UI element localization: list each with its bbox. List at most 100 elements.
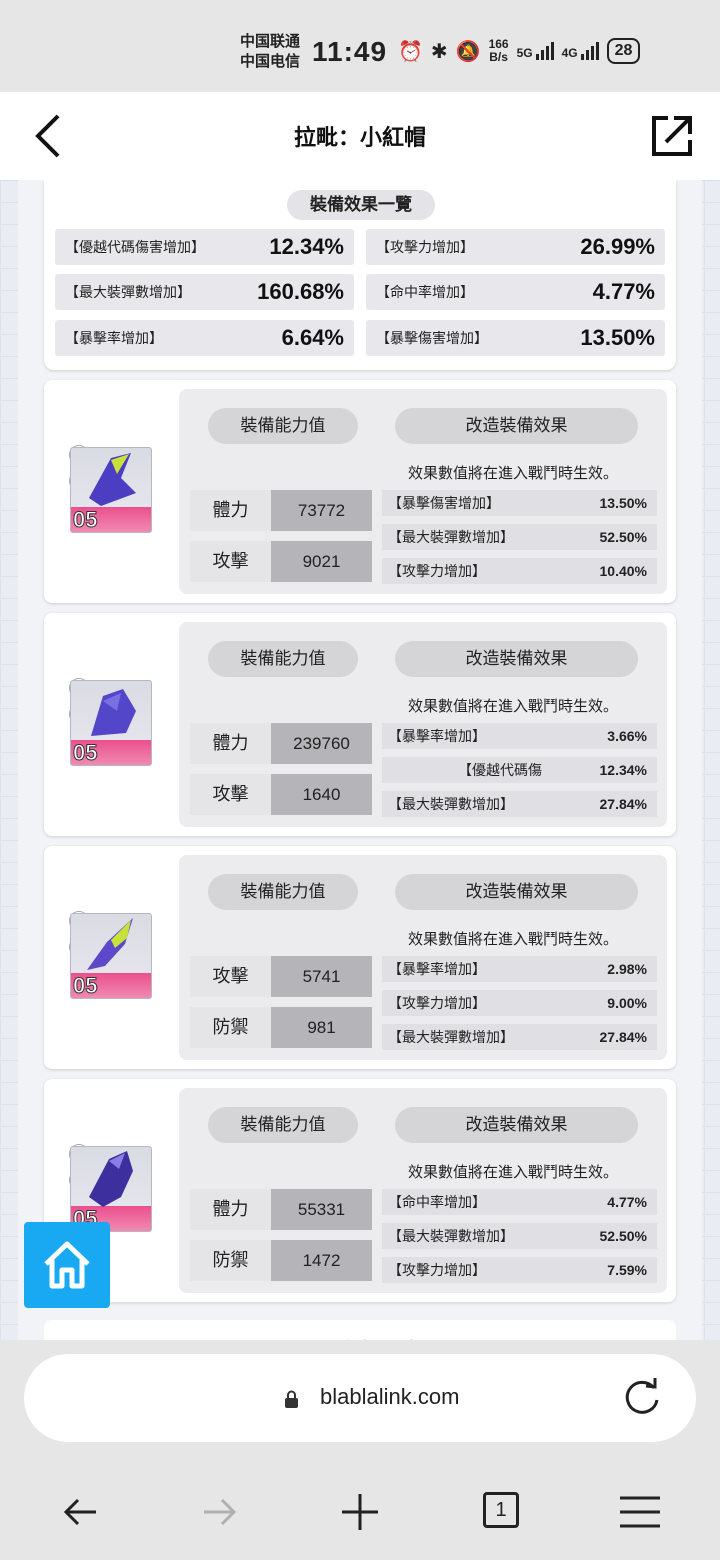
effect-value: 2.98%	[607, 961, 647, 977]
ability-value: 55331	[271, 1189, 372, 1230]
effect-label: 【優越代碼傷	[458, 762, 542, 778]
equipment-image[interactable]: 05	[70, 680, 152, 766]
net-speed: 166 B/s	[489, 38, 509, 64]
lock-icon	[285, 1390, 298, 1408]
signal-5g-label: 5G	[516, 46, 533, 60]
ability-row: 體力 73772	[190, 490, 372, 531]
external-link-icon	[652, 116, 692, 156]
effect-note: 效果數值將在進入戰鬥時生效。	[408, 465, 619, 482]
equipment-image[interactable]: 05	[70, 913, 152, 999]
ability-key: 攻擊	[190, 956, 271, 997]
ability-row: 防禦 981	[190, 1007, 372, 1048]
alarm-icon: ⏰	[398, 40, 423, 63]
card-details: 裝備能力值 改造裝備效果 效果數值將在進入戰鬥時生效。 攻擊 5741 防禦 981…	[179, 855, 667, 1060]
page-title: 拉毗：小紅帽	[293, 125, 426, 150]
reload-icon	[625, 1378, 659, 1414]
effect-label: 【暴擊率增加】	[388, 961, 486, 977]
equipment-image[interactable]: 05	[70, 1146, 152, 1232]
effect-title: 改造裝備效果	[395, 641, 638, 677]
carrier-info: 中国联通 中国电信	[240, 32, 300, 72]
arrow-right-icon	[204, 1498, 237, 1526]
summary-title: 裝備效果一覽	[287, 190, 435, 220]
effect-value: 7.59%	[607, 1262, 647, 1278]
home-button[interactable]	[24, 1222, 110, 1308]
new-tab-button[interactable]	[338, 1490, 382, 1534]
ability-key: 攻擊	[190, 541, 271, 582]
card-details: 裝備能力值 改造裝備效果 效果數值將在進入戰鬥時生效。 體力 73772 攻擊 90…	[179, 389, 667, 594]
ability-title: 裝備能力值	[208, 641, 358, 677]
nav-back-button[interactable]	[58, 1490, 102, 1534]
ability-value: 73772	[271, 490, 372, 531]
effect-row: 【暴擊率增加】 3.66%	[382, 723, 657, 749]
stat-label: 【暴擊率增加】	[65, 330, 163, 346]
ability-key: 防禦	[190, 1007, 271, 1048]
ability-title: 裝備能力值	[208, 874, 358, 910]
ability-row: 體力 239760	[190, 723, 372, 764]
signal-4g-label: 4G	[561, 46, 578, 60]
effect-label: 【暴擊率增加】	[388, 728, 486, 744]
equipment-level: 05	[72, 740, 98, 765]
effect-row: 【暴擊傷害增加】 13.50%	[382, 490, 657, 516]
effect-title: 改造裝備效果	[395, 874, 638, 910]
effect-value: 4.77%	[607, 1194, 647, 1210]
effect-label: 【最大裝彈數增加】	[388, 1029, 514, 1045]
equipment-art-icon	[87, 918, 133, 970]
ability-value: 981	[271, 1007, 372, 1048]
ability-key: 攻擊	[190, 774, 271, 815]
effect-row: 【攻擊力增加】 9.00%	[382, 990, 657, 1016]
effect-label: 【攻擊力增加】	[388, 563, 486, 579]
battery-icon: 28	[606, 38, 641, 64]
signal-5g-icon: 5G	[517, 42, 554, 60]
ability-row: 體力 55331	[190, 1189, 372, 1230]
nav-forward-button[interactable]	[198, 1490, 242, 1534]
equipment-card: 05 裝備能力值 改造裝備效果 效果數值將在進入戰鬥時生效。 體力 239760 …	[44, 613, 676, 836]
ability-value: 9021	[271, 541, 372, 582]
effect-label: 【最大裝彈數增加】	[388, 529, 514, 545]
effect-title: 改造裝備效果	[395, 408, 638, 444]
equipment-card: 05 裝備能力值 改造裝備效果 效果數值將在進入戰鬥時生效。 體力 55331 防…	[44, 1079, 676, 1302]
equipment-image[interactable]: 05	[70, 447, 152, 533]
ability-value: 239760	[271, 723, 372, 764]
effect-label: 【攻擊力增加】	[388, 1262, 486, 1278]
scroll-content[interactable]: 裝備效果一覽 【優越代碼傷害增加】 12.34% 【攻擊力增加】 26.99% …	[0, 180, 720, 1340]
effect-note: 效果數值將在進入戰鬥時生效。	[408, 931, 619, 948]
summary-stat: 【攻擊力增加】 26.99%	[366, 229, 665, 265]
tabs-button[interactable]: 1	[480, 1490, 524, 1534]
ability-title: 裝備能力值	[208, 1107, 358, 1143]
app-header: 拉毗：小紅帽	[0, 92, 720, 180]
effect-value: 12.34%	[599, 762, 647, 778]
summary-stat: 【暴擊傷害增加】 13.50%	[366, 320, 665, 356]
stat-value: 160.68%	[257, 279, 344, 304]
stat-value: 12.34%	[269, 234, 344, 259]
status-icons: ⏰ ✱ 🔕 166 B/s 5G 4G 28	[398, 38, 641, 64]
collapse-panel-button[interactable]: 收起面板	[44, 1320, 676, 1340]
summary-stat: 【命中率增加】 4.77%	[366, 274, 665, 310]
effect-row: 【最大裝彈數增加】 27.84%	[382, 1024, 657, 1050]
home-icon	[44, 1241, 90, 1289]
effect-row: 【攻擊力增加】 10.40%	[382, 558, 657, 584]
reload-button[interactable]	[620, 1376, 664, 1420]
card-details: 裝備能力值 改造裝備效果 效果數值將在進入戰鬥時生效。 體力 55331 防禦 14…	[179, 1088, 667, 1293]
effect-value: 13.50%	[599, 495, 647, 511]
effect-title: 改造裝備效果	[395, 1107, 638, 1143]
equipment-summary: 裝備效果一覽 【優越代碼傷害增加】 12.34% 【攻擊力增加】 26.99% …	[44, 180, 676, 370]
effect-row: 【攻擊力增加】 7.59%	[382, 1257, 657, 1283]
effect-value: 52.50%	[599, 1228, 647, 1244]
collapse-panel-label: 收起面板	[334, 1332, 430, 1340]
menu-button[interactable]	[618, 1490, 662, 1534]
share-button[interactable]	[650, 114, 694, 158]
status-bar: 中国联通 中国电信 11:49 ⏰ ✱ 🔕 166 B/s 5G 4G 28	[0, 0, 720, 92]
summary-stat: 【最大裝彈數增加】 160.68%	[55, 274, 354, 310]
ability-key: 體力	[190, 490, 271, 531]
effect-label: 【最大裝彈數增加】	[388, 796, 514, 812]
address-bar[interactable]: blablalink.com	[24, 1354, 696, 1442]
effect-row: 【最大裝彈數增加】 52.50%	[382, 524, 657, 550]
equipment-card: 05 裝備能力值 改造裝備效果 效果數值將在進入戰鬥時生效。 攻擊 5741 防禦…	[44, 846, 676, 1069]
ability-row: 攻擊 9021	[190, 541, 372, 582]
ability-row: 攻擊 1640	[190, 774, 372, 815]
net-speed-unit: B/s	[489, 50, 508, 64]
ability-value: 1640	[271, 774, 372, 815]
ability-row: 防禦 1472	[190, 1240, 372, 1281]
ability-value: 1472	[271, 1240, 372, 1281]
plus-icon	[342, 1494, 378, 1530]
